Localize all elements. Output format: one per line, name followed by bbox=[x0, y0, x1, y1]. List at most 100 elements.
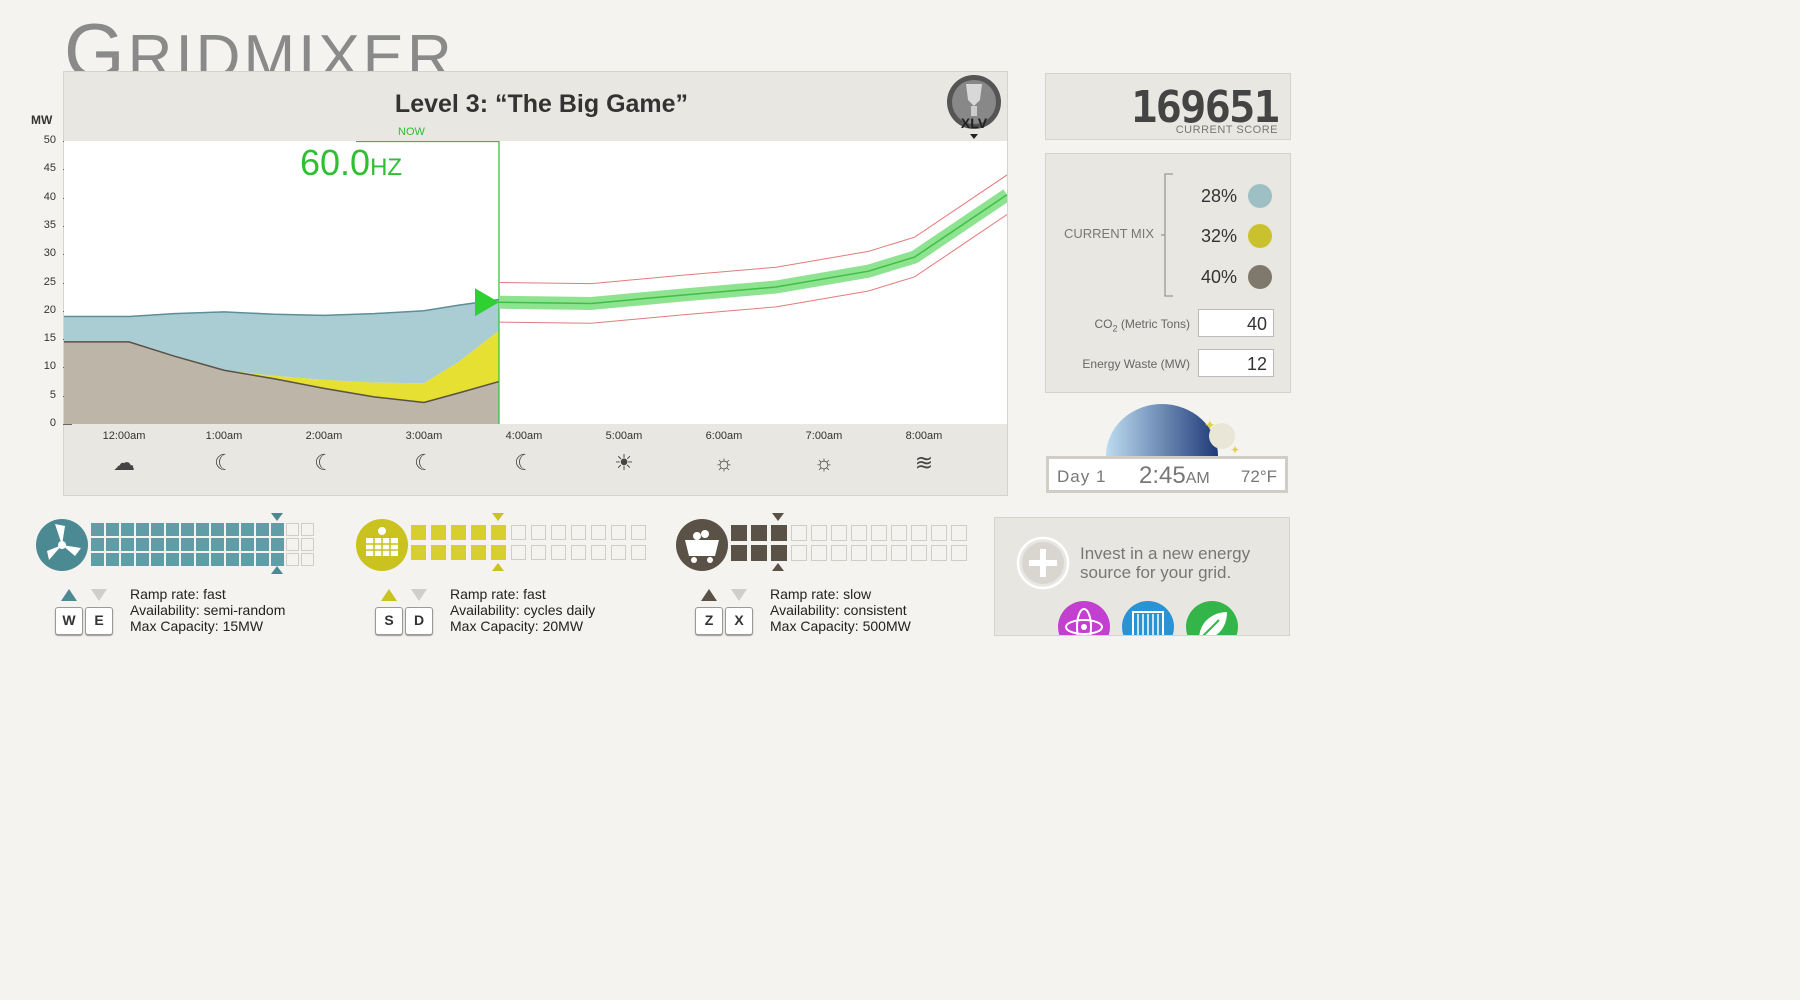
source-info: Ramp rate: slow Availability: consistent M… bbox=[770, 586, 970, 634]
capacity-cell bbox=[931, 525, 947, 541]
forecast-upper-bound bbox=[498, 174, 1007, 285]
ramp-down-icon[interactable] bbox=[90, 588, 108, 602]
capacity-cell bbox=[891, 545, 907, 561]
temperature-label: 72°F bbox=[1240, 467, 1277, 486]
capacity-cell bbox=[91, 553, 104, 566]
capacity-cell bbox=[471, 545, 486, 560]
app-logo: GRIDMIXER bbox=[64, 14, 455, 74]
capacity-cell bbox=[226, 553, 239, 566]
level-title: Level 3: “The Big Game” bbox=[394, 90, 689, 118]
capacity-cell bbox=[301, 553, 314, 566]
capacity-cell bbox=[271, 538, 284, 551]
capacity-cell bbox=[871, 525, 887, 541]
key-e-button[interactable]: E bbox=[85, 607, 113, 635]
invest-panel[interactable]: Invest in a new energy source for your g… bbox=[994, 517, 1290, 636]
capacity-cell bbox=[241, 523, 254, 536]
capacity-cell bbox=[591, 545, 606, 560]
y-tick-label: 30 bbox=[43, 247, 56, 260]
ramp-rate: Ramp rate: slow bbox=[770, 586, 872, 602]
capacity-cell bbox=[211, 538, 224, 551]
ramp-up-icon[interactable] bbox=[700, 588, 718, 602]
x-tick-label: 5:00am bbox=[605, 430, 643, 442]
co2-label: CO2 (Metric Tons) bbox=[1094, 317, 1190, 334]
wind-turbine-icon bbox=[36, 519, 88, 571]
capacity-cell bbox=[256, 538, 269, 551]
y-tick-label: 10 bbox=[43, 360, 56, 373]
key-s-button[interactable]: S bbox=[375, 607, 403, 635]
invest-text: Invest in a new energy source for your g… bbox=[1080, 544, 1251, 582]
x-tick-label: 8:00am bbox=[905, 430, 943, 442]
mix-bracket bbox=[1161, 173, 1173, 297]
capacity-cell bbox=[911, 525, 927, 541]
capacity-cell bbox=[531, 545, 546, 560]
ramp-down-icon[interactable] bbox=[410, 588, 428, 602]
y-tick-label: 20 bbox=[43, 303, 56, 316]
x-tick-label: 3:00am bbox=[405, 430, 443, 442]
y-tick-label: 40 bbox=[43, 190, 56, 203]
key-x-button[interactable]: X bbox=[725, 607, 753, 635]
ramp-up-icon[interactable] bbox=[380, 588, 398, 602]
current-mix-label: CURRENT MIX bbox=[1064, 226, 1155, 241]
source-info: Ramp rate: fast Availability: cycles dail… bbox=[450, 586, 650, 634]
x-tick-label: 1:00am bbox=[205, 430, 243, 442]
capacity-cell bbox=[931, 545, 947, 561]
y-tick-label: 50 bbox=[43, 134, 56, 146]
y-axis-label: MW bbox=[31, 113, 53, 127]
capacity-cell bbox=[181, 523, 194, 536]
hydro-icon[interactable] bbox=[1121, 600, 1175, 636]
coal-cart-icon bbox=[676, 519, 728, 571]
capacity-cell bbox=[951, 525, 967, 541]
capacity-cell bbox=[151, 553, 164, 566]
capacity-cell bbox=[631, 525, 646, 540]
y-tick-label: 5 bbox=[49, 388, 56, 401]
y-tick-label: 35 bbox=[43, 218, 56, 231]
moon-icon: ☾ bbox=[514, 450, 534, 475]
key-d-button[interactable]: D bbox=[405, 607, 433, 635]
mix-panel: CURRENT MIX 28% 32% 40% CO2 (Metric Tons… bbox=[1045, 153, 1291, 393]
frequency-readout: 60.0HZ bbox=[300, 142, 403, 183]
capacity-cell bbox=[471, 525, 486, 540]
moon-icon: ☾ bbox=[314, 450, 334, 475]
capacity-cell bbox=[411, 545, 426, 560]
add-source-icon[interactable] bbox=[1016, 536, 1070, 590]
capacity-cell bbox=[226, 523, 239, 536]
capacity-cell bbox=[211, 523, 224, 536]
capacity-cell bbox=[91, 538, 104, 551]
sun-icon: ☼ bbox=[813, 450, 835, 475]
y-tick-label: 15 bbox=[43, 332, 56, 345]
capacity-cell bbox=[871, 545, 887, 561]
ramp-up-icon[interactable] bbox=[60, 588, 78, 602]
capacity-cell bbox=[451, 545, 466, 560]
mix-percent-wind: 28% bbox=[1201, 186, 1238, 206]
day-label: Day 1 bbox=[1057, 467, 1107, 486]
capacity-cell bbox=[791, 545, 807, 561]
mix-dot-solar bbox=[1248, 224, 1272, 248]
source-info: Ramp rate: fast Availability: semi-random… bbox=[130, 586, 330, 634]
capacity-cell bbox=[751, 545, 767, 561]
key-w-button[interactable]: W bbox=[55, 607, 83, 635]
wind-icon: ≋ bbox=[914, 450, 934, 475]
x-tick-label: 12:00am bbox=[102, 430, 146, 442]
capacity-cell bbox=[241, 538, 254, 551]
capacity-cell bbox=[121, 538, 134, 551]
capacity-cell bbox=[301, 538, 314, 551]
capacity-cell bbox=[791, 525, 807, 541]
atom-icon[interactable] bbox=[1057, 600, 1111, 636]
capacity-cell bbox=[811, 525, 827, 541]
capacity-cell bbox=[91, 523, 104, 536]
key-z-button[interactable]: Z bbox=[695, 607, 723, 635]
capacity-cell bbox=[851, 525, 867, 541]
day-night-dial-icon: ✦ ✦ bbox=[1106, 404, 1240, 457]
level-marker-top bbox=[271, 513, 283, 521]
capacity-cell bbox=[771, 545, 787, 561]
capacity-cell bbox=[301, 523, 314, 536]
capacity-cell bbox=[256, 553, 269, 566]
ramp-down-icon[interactable] bbox=[730, 588, 748, 602]
leaf-icon[interactable] bbox=[1185, 600, 1239, 636]
capacity-cell bbox=[106, 523, 119, 536]
y-tick-mark bbox=[63, 424, 72, 425]
capacity-cell bbox=[491, 525, 506, 540]
level-marker-top bbox=[492, 513, 504, 521]
level-marker-bottom bbox=[271, 566, 283, 574]
capacity-cell bbox=[211, 553, 224, 566]
